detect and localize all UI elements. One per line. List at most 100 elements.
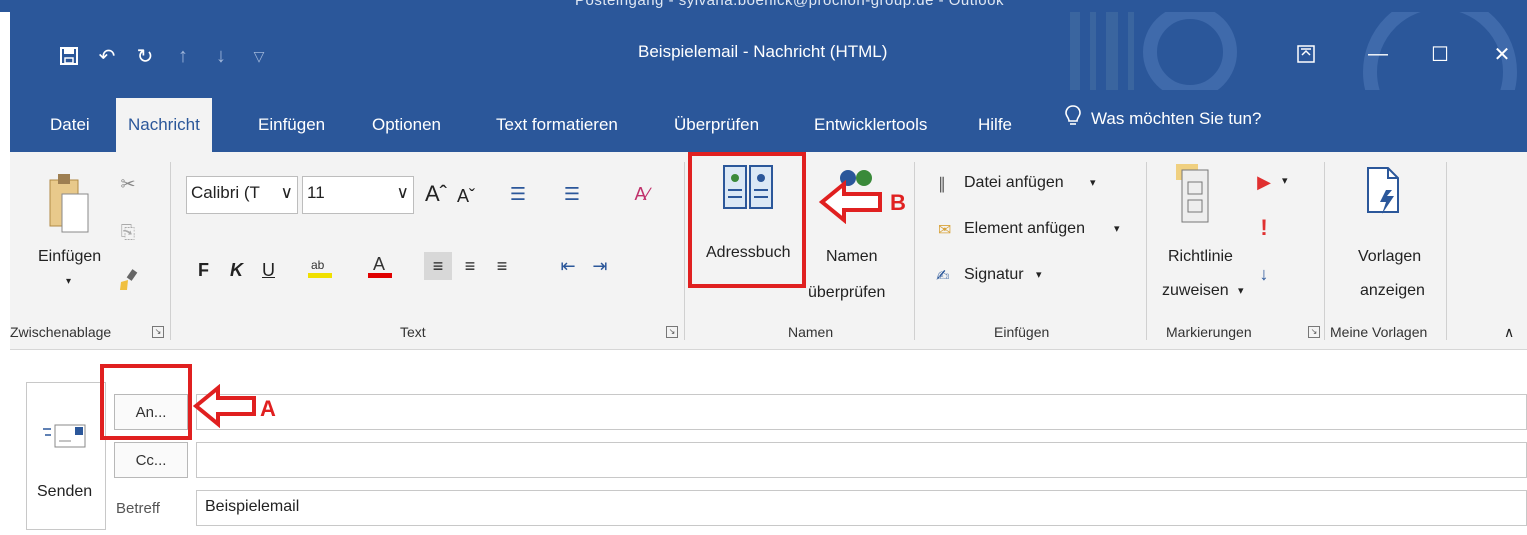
dropdown-arrow-icon: ▾	[1114, 223, 1120, 235]
paperclip-icon: ∥	[938, 176, 946, 193]
background-window-strip: Posteingang - sylvana.boenick@procilon-g…	[0, 0, 1527, 12]
follow-up-flag-icon[interactable]: ▶	[1250, 168, 1278, 196]
check-names-label-1: Namen	[826, 248, 878, 265]
ribbon-separator	[1446, 162, 1447, 340]
font-color-icon[interactable]: A	[366, 252, 394, 280]
to-field[interactable]	[196, 394, 1527, 430]
tell-me-search[interactable]: Was möchten Sie tun?	[1065, 104, 1261, 133]
background-window-title: Posteingang - sylvana.boenick@procilon-g…	[575, 0, 1004, 9]
up-arrow-icon[interactable]: ↑	[164, 40, 202, 72]
tab-ueberpruefen[interactable]: Überprüfen	[662, 98, 771, 152]
assign-policy-label-2: zuweisen	[1162, 282, 1229, 299]
group-label-text: Text	[400, 324, 426, 340]
low-importance-icon[interactable]: ↓	[1250, 260, 1278, 288]
view-templates-label-1: Vorlagen	[1358, 248, 1422, 265]
svg-text:A: A	[373, 254, 385, 274]
cc-field[interactable]	[196, 442, 1527, 478]
font-size-combo[interactable]: 11 ∨	[302, 176, 414, 214]
shrink-font-icon[interactable]: Aˇ	[452, 182, 480, 210]
font-size-value: 11	[307, 183, 325, 202]
send-button[interactable]: Senden	[26, 382, 106, 530]
underline-button[interactable]: U	[262, 260, 275, 281]
increase-indent-icon[interactable]: ⇥	[586, 252, 614, 280]
dropdown-arrow-icon[interactable]: ▾	[1282, 174, 1288, 187]
group-label-templates: Meine Vorlagen	[1330, 324, 1428, 340]
bold-button[interactable]: F	[198, 260, 209, 281]
send-envelope-icon	[43, 424, 86, 448]
cc-button[interactable]: Cc...	[114, 442, 188, 478]
undo-icon[interactable]: ↶	[88, 40, 126, 72]
chevron-down-icon: ∨	[396, 183, 409, 202]
minimize-icon[interactable]: —	[1348, 36, 1408, 72]
copy-icon[interactable]: ⎘	[114, 218, 142, 246]
svg-text:ab: ab	[311, 258, 325, 272]
down-arrow-icon[interactable]: ↓	[202, 40, 240, 72]
view-templates-button[interactable]: Vorlagen anzeigen	[1330, 162, 1442, 312]
decrease-indent-icon[interactable]: ⇤	[554, 252, 582, 280]
format-painter-icon[interactable]	[114, 266, 142, 294]
view-templates-label-2: anzeigen	[1360, 282, 1425, 299]
tab-text-formatieren[interactable]: Text formatieren	[484, 98, 630, 152]
align-right-icon[interactable]: ≡	[488, 252, 516, 280]
templates-icon	[1367, 167, 1399, 214]
send-label: Senden	[37, 483, 93, 500]
maximize-icon[interactable]: ☐	[1410, 36, 1470, 72]
align-center-icon[interactable]: ≡	[456, 252, 484, 280]
tab-nachricht[interactable]: Nachricht	[116, 98, 212, 152]
paste-button[interactable]: Einfügen ▾	[30, 172, 101, 302]
tab-hilfe[interactable]: Hilfe	[966, 98, 1024, 152]
signature-button[interactable]: ✍ Signatur ▾	[934, 262, 1084, 292]
attach-file-button[interactable]: ∥ Datei anfügen ▾	[934, 170, 1124, 200]
subject-label: Betreff	[116, 500, 160, 517]
close-icon[interactable]: ✕	[1472, 36, 1527, 72]
title-bar: ↶ ↻ ↑ ↓ ▽ Beispielemail - Nachricht (HTM…	[10, 12, 1527, 90]
paste-dropdown-icon: ▾	[66, 276, 72, 287]
signature-label: Signatur	[964, 266, 1024, 283]
redo-icon[interactable]: ↻	[126, 40, 164, 72]
tags-dialog-launcher-icon[interactable]: ↘	[1308, 326, 1320, 338]
collapse-ribbon-icon[interactable]: ∧	[1504, 324, 1514, 341]
clear-formatting-icon[interactable]: A∕	[628, 180, 656, 208]
high-importance-icon[interactable]: !	[1250, 214, 1278, 242]
highlight-icon[interactable]: ab	[306, 252, 334, 280]
group-label-clipboard: Zwischenablage	[10, 324, 112, 340]
attach-item-label: Element anfügen	[964, 220, 1085, 237]
policy-icon	[1176, 164, 1209, 223]
ribbon-tabs: Datei Nachricht Einfügen Optionen Text f…	[10, 90, 1527, 152]
text-dialog-launcher-icon[interactable]: ↘	[666, 326, 678, 338]
dropdown-arrow-icon: ▾	[1036, 269, 1042, 281]
numbering-icon[interactable]: ☰	[558, 180, 586, 208]
check-names-button[interactable]: @ Namen überprüfen	[804, 156, 904, 306]
font-name-combo[interactable]: Calibri (T ∨	[186, 176, 298, 214]
group-label-tags: Markierungen	[1166, 324, 1252, 340]
save-icon[interactable]	[50, 40, 88, 72]
tab-datei[interactable]: Datei	[38, 98, 102, 152]
quick-access-toolbar: ↶ ↻ ↑ ↓ ▽	[50, 40, 278, 72]
dropdown-arrow-icon: ▾	[1238, 285, 1244, 297]
grow-font-icon[interactable]: Aˆ	[422, 180, 450, 208]
chevron-down-icon: ∨	[280, 183, 293, 202]
bullets-icon[interactable]: ☰	[504, 180, 532, 208]
clipboard-dialog-launcher-icon[interactable]: ↘	[152, 326, 164, 338]
annotation-box-address-book	[688, 152, 806, 288]
attach-file-label: Datei anfügen	[964, 174, 1064, 191]
tell-me-label: Was möchten Sie tun?	[1091, 108, 1262, 128]
align-left-icon[interactable]: ≡	[424, 252, 452, 280]
tab-einfuegen[interactable]: Einfügen	[246, 98, 337, 152]
assign-policy-label-1: Richtlinie	[1168, 248, 1233, 265]
font-name-value: Calibri (T	[191, 183, 260, 202]
ribbon-display-options-icon[interactable]	[1276, 36, 1336, 72]
annotation-label-b: B	[890, 190, 906, 215]
ribbon-separator	[170, 162, 171, 340]
annotation-arrow-b-icon	[818, 180, 882, 224]
customize-dropdown-icon[interactable]: ▽	[240, 40, 278, 72]
annotation-box-to-button	[100, 364, 192, 440]
ribbon-separator	[1146, 162, 1147, 340]
attach-item-button[interactable]: ✉ Element anfügen ▾	[934, 216, 1134, 246]
tab-optionen[interactable]: Optionen	[360, 98, 453, 152]
cut-icon[interactable]: ✂	[114, 170, 142, 198]
italic-button[interactable]: K	[230, 260, 243, 281]
subject-field[interactable]: Beispielemail	[196, 490, 1527, 526]
tab-entwicklertools[interactable]: Entwicklertools	[802, 98, 939, 152]
window-title: Beispielemail - Nachricht (HTML)	[638, 42, 888, 61]
